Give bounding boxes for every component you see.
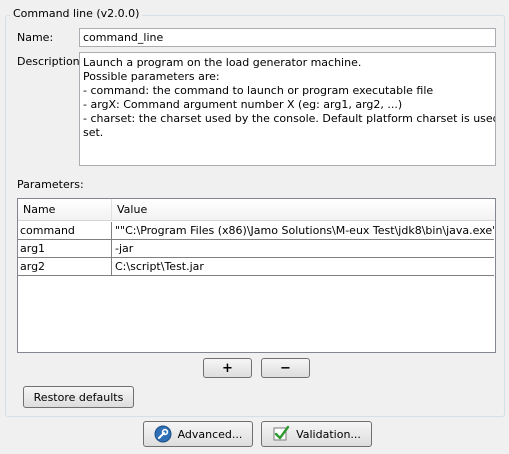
wrench-icon xyxy=(154,425,172,443)
table-row[interactable]: arg2 C:\script\Test.jar xyxy=(18,258,494,276)
parameters-table[interactable]: Name Value command ""C:\Program Files (x… xyxy=(17,198,496,353)
description-line: set. xyxy=(83,126,104,139)
command-line-dialog: Command line (v2.0.0) Name: command_line… xyxy=(0,0,509,454)
param-value-cell[interactable]: C:\script\Test.jar xyxy=(112,258,494,275)
checkmark-icon xyxy=(272,425,290,443)
table-row[interactable]: arg1 -jar xyxy=(18,240,494,258)
parameters-label: Parameters: xyxy=(17,178,84,191)
remove-parameter-button[interactable]: − xyxy=(261,358,310,378)
restore-defaults-button[interactable]: Restore defaults xyxy=(23,386,134,408)
name-input[interactable]: command_line xyxy=(79,28,496,47)
advanced-button[interactable]: Advanced... xyxy=(143,421,253,447)
description-line: - argX: Command argument number X (eg: a… xyxy=(83,98,403,111)
table-header: Name Value xyxy=(18,199,495,221)
description-line: - command: the command to launch or prog… xyxy=(83,84,434,97)
advanced-label: Advanced... xyxy=(177,427,243,441)
name-label: Name: xyxy=(17,31,54,44)
validation-label: Validation... xyxy=(296,427,361,441)
column-header-name[interactable]: Name xyxy=(18,199,112,221)
description-textarea[interactable]: Launch a program on the load generator m… xyxy=(79,52,496,166)
validation-button[interactable]: Validation... xyxy=(261,421,372,447)
param-name-cell[interactable]: arg1 xyxy=(18,240,112,257)
description-line: Possible parameters are: xyxy=(83,70,220,83)
param-name-cell[interactable]: command xyxy=(18,222,112,239)
table-row[interactable]: command ""C:\Program Files (x86)\Jamo So… xyxy=(18,222,494,240)
column-header-value[interactable]: Value xyxy=(112,199,494,221)
description-label: Description: xyxy=(17,55,84,68)
group-title: Command line (v2.0.0) xyxy=(10,6,143,22)
param-value-cell[interactable]: -jar xyxy=(112,240,494,257)
param-name-cell[interactable]: arg2 xyxy=(18,258,112,275)
description-line: Launch a program on the load generator m… xyxy=(83,56,362,69)
param-value-cell[interactable]: ""C:\Program Files (x86)\Jamo Solutions\… xyxy=(112,222,494,239)
add-parameter-button[interactable]: + xyxy=(203,358,252,378)
description-line: - charset: the charset used by the conso… xyxy=(83,112,496,125)
